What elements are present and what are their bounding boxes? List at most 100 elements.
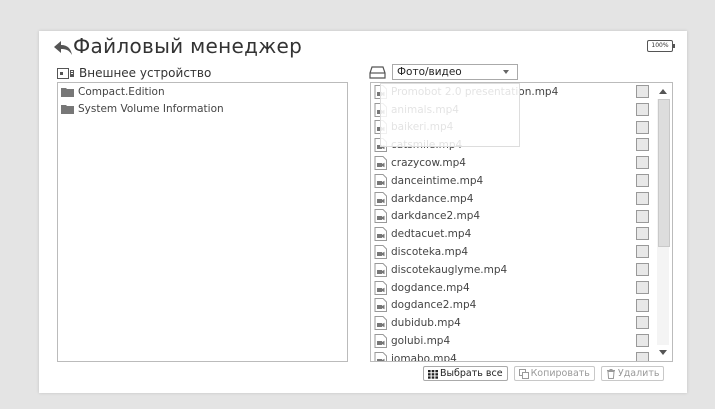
file-checkbox[interactable] bbox=[636, 191, 649, 205]
file-type-select[interactable]: Фото/видео bbox=[392, 64, 518, 80]
video-file-icon bbox=[374, 138, 387, 153]
video-file-icon bbox=[374, 173, 387, 188]
drive-icon bbox=[369, 65, 386, 79]
action-bar: Выбрать все Копировать Удалить bbox=[423, 366, 665, 381]
video-file-icon bbox=[374, 156, 387, 171]
external-device-icon bbox=[57, 67, 74, 79]
battery-level: 100% bbox=[651, 42, 669, 49]
trash-icon bbox=[606, 368, 615, 379]
file-name: Promobot 2.0 presentation.mp4 bbox=[391, 85, 559, 98]
file-checkbox[interactable] bbox=[636, 351, 649, 361]
file-name: baikeri.mp4 bbox=[391, 121, 454, 134]
delete-label: Удалить bbox=[617, 368, 660, 379]
file-checkbox[interactable] bbox=[636, 262, 649, 276]
file-checkbox[interactable] bbox=[636, 227, 649, 241]
folder-icon bbox=[61, 87, 74, 97]
file-checkbox[interactable] bbox=[636, 120, 649, 134]
video-file-icon bbox=[374, 262, 387, 277]
file-name: danceintime.mp4 bbox=[391, 174, 484, 187]
folder-list[interactable]: Compact.Edition System Volume Information bbox=[57, 82, 348, 362]
video-file-icon bbox=[374, 227, 387, 242]
file-name: dogdance2.mp4 bbox=[391, 299, 477, 312]
file-item[interactable]: Promobot 2.0 presentation.mp4 bbox=[371, 83, 672, 101]
file-rows: Promobot 2.0 presentation.mp4 animals.mp4… bbox=[371, 83, 672, 362]
scroll-up-icon[interactable] bbox=[659, 89, 667, 94]
external-device-header: Внешнее устройство bbox=[57, 65, 211, 81]
file-filter-header: Фото/видео bbox=[369, 63, 518, 81]
file-item[interactable]: jomabo.mp4 bbox=[371, 350, 672, 362]
video-file-icon bbox=[374, 209, 387, 224]
file-checkbox[interactable] bbox=[636, 316, 649, 330]
file-checkbox[interactable] bbox=[636, 209, 649, 223]
select-all-button[interactable]: Выбрать все bbox=[423, 366, 508, 381]
video-file-icon bbox=[374, 280, 387, 295]
video-file-icon bbox=[374, 120, 387, 135]
video-file-icon bbox=[374, 351, 387, 361]
folder-icon bbox=[61, 104, 74, 114]
folder-name: Compact.Edition bbox=[78, 85, 165, 98]
file-item[interactable]: discoteka.mp4 bbox=[371, 243, 672, 261]
file-name: animals.mp4 bbox=[391, 103, 459, 116]
scroll-thumb[interactable] bbox=[658, 99, 670, 247]
video-file-icon bbox=[374, 316, 387, 331]
scroll-down-icon[interactable] bbox=[659, 350, 667, 355]
file-list[interactable]: Promobot 2.0 presentation.mp4 animals.mp4… bbox=[370, 82, 673, 362]
back-arrow-icon[interactable] bbox=[52, 39, 74, 57]
folder-name: System Volume Information bbox=[78, 102, 224, 115]
file-name: darkdance.mp4 bbox=[391, 192, 474, 205]
file-name: golubi.mp4 bbox=[391, 335, 451, 348]
file-checkbox[interactable] bbox=[636, 102, 649, 116]
file-item[interactable]: animals.mp4 bbox=[371, 101, 672, 119]
file-item[interactable]: darkdance.mp4 bbox=[371, 190, 672, 208]
file-item[interactable]: dogdance.mp4 bbox=[371, 279, 672, 297]
file-name: jomabo.mp4 bbox=[391, 352, 457, 362]
file-item[interactable]: dubidub.mp4 bbox=[371, 314, 672, 332]
select-all-label: Выбрать все bbox=[440, 368, 503, 379]
file-item[interactable]: darkdance2.mp4 bbox=[371, 208, 672, 226]
file-name: catsmile.mp4 bbox=[391, 139, 463, 152]
copy-icon bbox=[518, 368, 529, 379]
video-file-icon bbox=[374, 84, 387, 99]
file-checkbox[interactable] bbox=[636, 85, 649, 98]
file-type-select-value: Фото/видео bbox=[397, 66, 462, 78]
file-name: discoteka.mp4 bbox=[391, 246, 469, 259]
delete-button[interactable]: Удалить bbox=[600, 366, 665, 381]
file-list-scrollbar[interactable] bbox=[656, 85, 670, 359]
file-checkbox[interactable] bbox=[636, 173, 649, 187]
video-file-icon bbox=[374, 245, 387, 260]
file-item[interactable]: crazycow.mp4 bbox=[371, 154, 672, 172]
file-item[interactable]: baikeri.mp4 bbox=[371, 119, 672, 137]
external-device-label: Внешнее устройство bbox=[79, 66, 212, 80]
file-name: dedtacuet.mp4 bbox=[391, 228, 472, 241]
file-item[interactable]: golubi.mp4 bbox=[371, 332, 672, 350]
file-item[interactable]: dogdance2.mp4 bbox=[371, 297, 672, 315]
battery-icon: 100% bbox=[647, 40, 675, 52]
file-checkbox[interactable] bbox=[636, 138, 649, 152]
file-name: darkdance2.mp4 bbox=[391, 210, 481, 223]
video-file-icon bbox=[374, 334, 387, 349]
file-name: discotekauglyme.mp4 bbox=[391, 263, 508, 276]
scroll-track[interactable] bbox=[657, 99, 670, 345]
file-checkbox[interactable] bbox=[636, 280, 649, 294]
grid-icon bbox=[428, 369, 438, 379]
file-checkbox[interactable] bbox=[636, 156, 649, 170]
video-file-icon bbox=[374, 102, 387, 117]
chevron-down-icon bbox=[503, 70, 509, 74]
file-name: crazycow.mp4 bbox=[391, 157, 466, 170]
video-file-icon bbox=[374, 191, 387, 206]
folder-item[interactable]: Compact.Edition bbox=[58, 83, 347, 100]
copy-label: Копировать bbox=[530, 368, 590, 379]
file-checkbox[interactable] bbox=[636, 298, 649, 312]
copy-button[interactable]: Копировать bbox=[513, 366, 595, 381]
file-manager-panel: Файловый менеджер 100% Внешнее устройств… bbox=[39, 31, 687, 393]
page-title: Файловый менеджер bbox=[73, 34, 303, 58]
file-item[interactable]: danceintime.mp4 bbox=[371, 172, 672, 190]
file-checkbox[interactable] bbox=[636, 245, 649, 259]
file-item[interactable]: catsmile.mp4 bbox=[371, 136, 672, 154]
video-file-icon bbox=[374, 298, 387, 313]
folder-item[interactable]: System Volume Information bbox=[58, 100, 347, 117]
file-checkbox[interactable] bbox=[636, 334, 649, 348]
file-item[interactable]: discotekauglyme.mp4 bbox=[371, 261, 672, 279]
file-name: dubidub.mp4 bbox=[391, 317, 461, 330]
file-item[interactable]: dedtacuet.mp4 bbox=[371, 225, 672, 243]
